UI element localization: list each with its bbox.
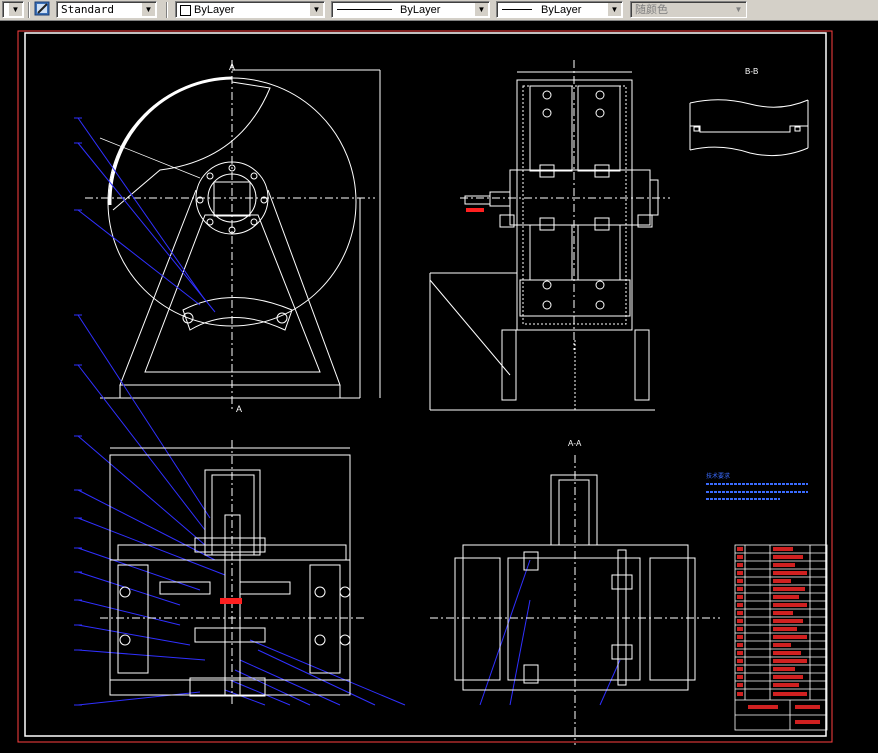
section-bb-label: B-B (745, 67, 758, 76)
red-marker-bottom (220, 598, 242, 604)
text-style-icon (34, 1, 50, 16)
red-marker-top (466, 208, 484, 212)
cad-drawing: A A B-B A-A 技术要求 (0, 21, 878, 748)
toolbar-separator (28, 2, 30, 18)
plot-style-dropdown[interactable]: 随颜色 ▼ (630, 1, 747, 18)
text-style-manager-button[interactable] (34, 1, 54, 18)
text-style-value: Standard (61, 3, 114, 16)
lineweight-preview (502, 9, 532, 10)
color-control-dropdown[interactable]: ByLayer ▼ (175, 1, 325, 18)
color-value: ByLayer (194, 4, 235, 16)
plot-style-value: 随颜色 (635, 3, 668, 16)
toolbar-separator (166, 2, 168, 18)
chevron-down-icon: ▼ (310, 3, 323, 16)
label-a-bottom: A (236, 404, 242, 414)
properties-toolbar: ▼ Standard ▼ ByLayer ▼ ByLayer ▼ ByLayer… (0, 0, 878, 21)
chevron-down-icon: ▼ (608, 3, 621, 16)
text-style-dropdown[interactable]: Standard ▼ (56, 1, 157, 18)
section-aa-label: A-A (568, 439, 582, 448)
label-a-top: A (229, 62, 235, 72)
drawing-canvas[interactable]: A A B-B A-A 技术要求 (0, 21, 878, 748)
chevron-down-icon: ▼ (9, 3, 22, 16)
color-swatch (180, 5, 191, 16)
notes-title: 技术要求 (706, 472, 730, 480)
linetype-preview (337, 9, 392, 10)
chevron-down-icon: ▼ (732, 3, 745, 16)
chevron-down-icon: ▼ (475, 3, 488, 16)
chevron-down-icon: ▼ (142, 3, 155, 16)
linetype-value: ByLayer (400, 4, 441, 16)
lineweight-control-dropdown[interactable]: ByLayer ▼ (496, 1, 623, 18)
linetype-control-dropdown[interactable]: ByLayer ▼ (331, 1, 490, 18)
toolbar-dropdown-left[interactable]: ▼ (2, 1, 24, 18)
lineweight-value: ByLayer (541, 4, 582, 16)
